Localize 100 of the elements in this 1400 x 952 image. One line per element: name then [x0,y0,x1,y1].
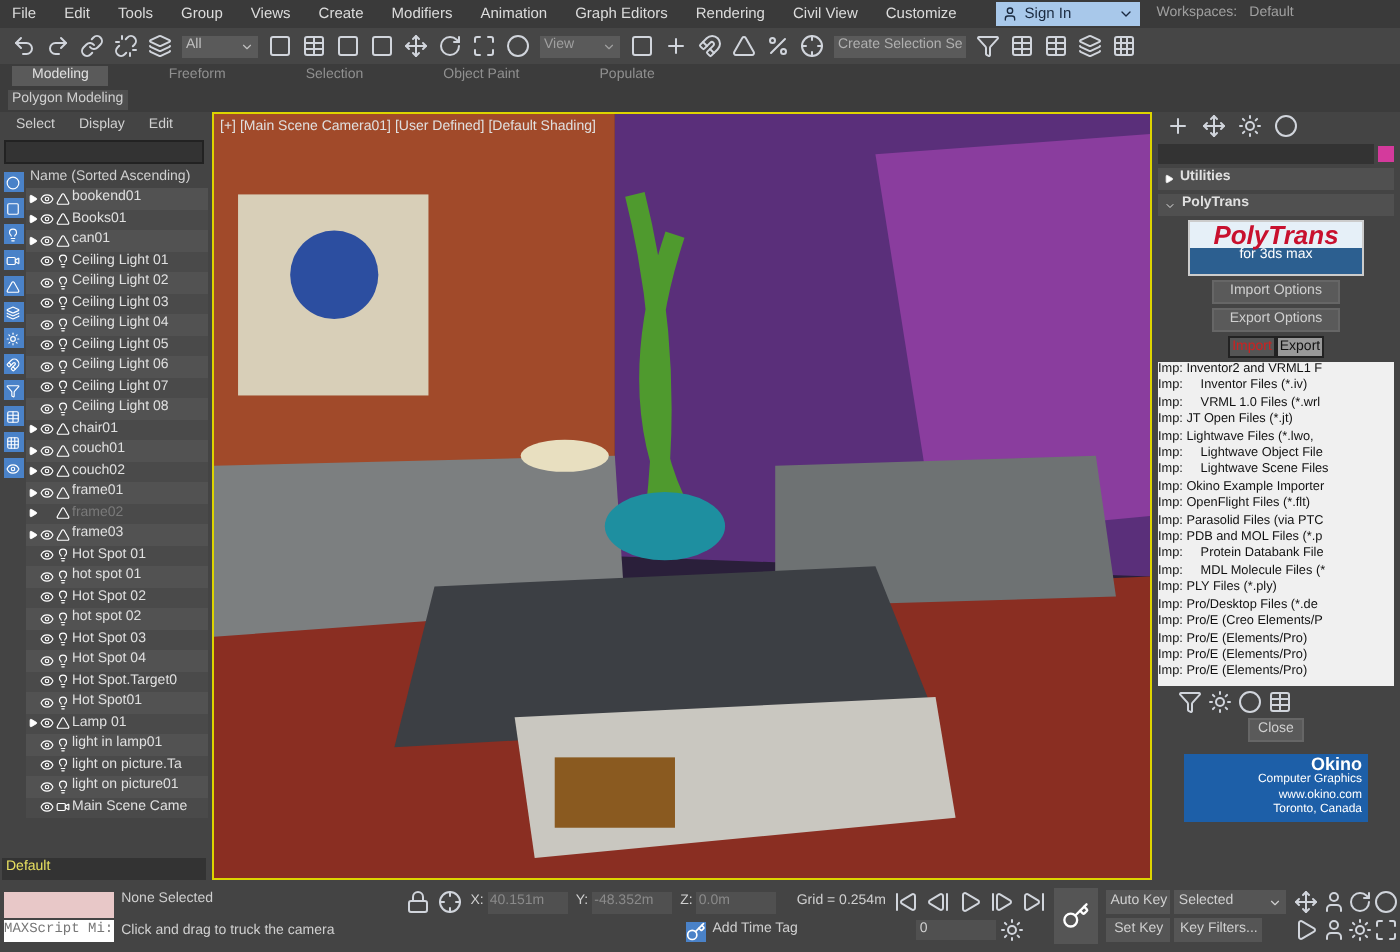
eye-icon[interactable] [40,359,54,374]
eye-icon[interactable] [40,485,54,500]
key-icon [1062,902,1091,930]
eye-icon[interactable] [40,254,54,269]
light-bulb-icon [56,275,70,290]
link-icon[interactable] [80,34,104,58]
eye-icon[interactable] [40,401,54,416]
eye-icon[interactable] [40,758,54,773]
eye-icon[interactable] [40,233,54,248]
filter-button[interactable] [3,354,23,374]
undo-icon[interactable] [12,34,36,58]
eye-icon[interactable] [40,590,54,605]
hierarchy-tab-icon[interactable] [1238,114,1262,138]
explorer-search-field[interactable] [4,140,204,164]
layers-icon[interactable] [148,34,172,58]
filter-button[interactable] [3,198,23,218]
eye-icon[interactable] [40,275,54,290]
grid-icon[interactable] [1268,690,1292,714]
eye-icon[interactable] [40,527,54,542]
eye-icon[interactable] [40,653,54,668]
time-tag-icon[interactable] [686,921,707,941]
next-frame-icon[interactable] [989,890,1014,914]
select-object-icon[interactable] [268,34,292,58]
eye-icon[interactable] [40,737,54,752]
eye-icon[interactable] [40,464,54,479]
window-crossing-icon[interactable] [370,34,394,58]
filter-button[interactable] [3,380,23,400]
filter-button[interactable] [3,328,23,348]
light-bulb-icon [56,758,70,773]
filter-button[interactable] [3,458,23,478]
eye-icon[interactable] [40,212,54,227]
light-bulb-icon [56,401,70,416]
filter-button[interactable] [3,172,23,192]
eye-icon[interactable] [40,632,54,647]
filter-button[interactable] [3,432,23,452]
scene-explorer-icon[interactable] [1044,34,1068,58]
percent-snap-icon[interactable] [766,34,790,58]
format-list[interactable] [1158,362,1394,686]
move-icon[interactable] [404,34,428,58]
go-to-start-icon[interactable] [893,890,918,914]
select-by-name-icon[interactable] [302,34,326,58]
color-swatch[interactable] [1378,146,1394,162]
light-bulb-icon [56,695,70,710]
play-icon[interactable] [957,890,982,914]
ribbon-icon[interactable] [1112,34,1136,58]
layer-icon[interactable] [1078,34,1102,58]
eye-icon[interactable] [40,695,54,710]
transform-mode-icon[interactable] [438,890,463,915]
pan-icon[interactable] [1294,918,1319,942]
create-tab-icon[interactable] [1166,114,1190,138]
filter-button[interactable] [3,302,23,322]
motion-tab-icon[interactable] [1274,114,1298,138]
selection-region-icon[interactable] [336,34,360,58]
filter-button[interactable] [3,276,23,296]
align-icon[interactable] [1010,34,1034,58]
eye-icon[interactable] [40,191,54,206]
zoom-icon[interactable] [1294,890,1319,914]
set-key-big-button[interactable] [1053,888,1099,944]
light-bulb-icon [56,548,70,563]
light-bulb-icon [56,674,70,689]
collapse-caret-icon [1164,199,1176,211]
snap-icon[interactable] [698,34,722,58]
eye-icon[interactable] [40,800,54,815]
eye-icon[interactable] [40,380,54,395]
unlink-icon[interactable] [114,34,138,58]
scale-icon[interactable] [472,34,496,58]
light-bulb-icon [56,254,70,269]
script-listener[interactable] [4,891,114,917]
modify-tab-icon[interactable] [1202,114,1226,138]
lock-icon[interactable] [406,890,431,915]
spinner-snap-icon[interactable] [800,34,824,58]
expand-icon[interactable] [27,718,37,729]
eye-icon[interactable] [40,296,54,311]
eye-icon[interactable] [40,779,54,794]
previous-frame-icon[interactable] [925,890,950,914]
eye-icon[interactable] [40,569,54,584]
light-bulb-icon [56,569,70,584]
redo-icon[interactable] [46,34,70,58]
eye-icon[interactable] [40,443,54,458]
caret-icon [240,39,254,53]
eye-icon[interactable] [40,548,54,563]
maximize-icon[interactable] [1373,918,1398,942]
light-bulb-icon [56,317,70,332]
go-to-end-icon[interactable] [1021,890,1046,914]
filter-button[interactable] [3,406,23,426]
eye-icon[interactable] [40,422,54,437]
orbit-icon[interactable] [1347,890,1372,914]
angle-snap-icon[interactable] [732,34,756,58]
filter-button[interactable] [3,250,23,270]
cross-icon[interactable] [664,34,688,58]
eye-icon[interactable] [40,674,54,689]
light-icon[interactable] [1208,690,1232,714]
eye-icon[interactable] [40,611,54,626]
time-config-icon[interactable] [999,918,1024,942]
filter-button[interactable] [3,224,23,244]
eye-icon[interactable] [40,716,54,731]
rotate-icon[interactable] [438,34,462,58]
eye-icon[interactable] [40,317,54,332]
eye-icon[interactable] [40,338,54,353]
light-bulb-icon [56,653,70,668]
